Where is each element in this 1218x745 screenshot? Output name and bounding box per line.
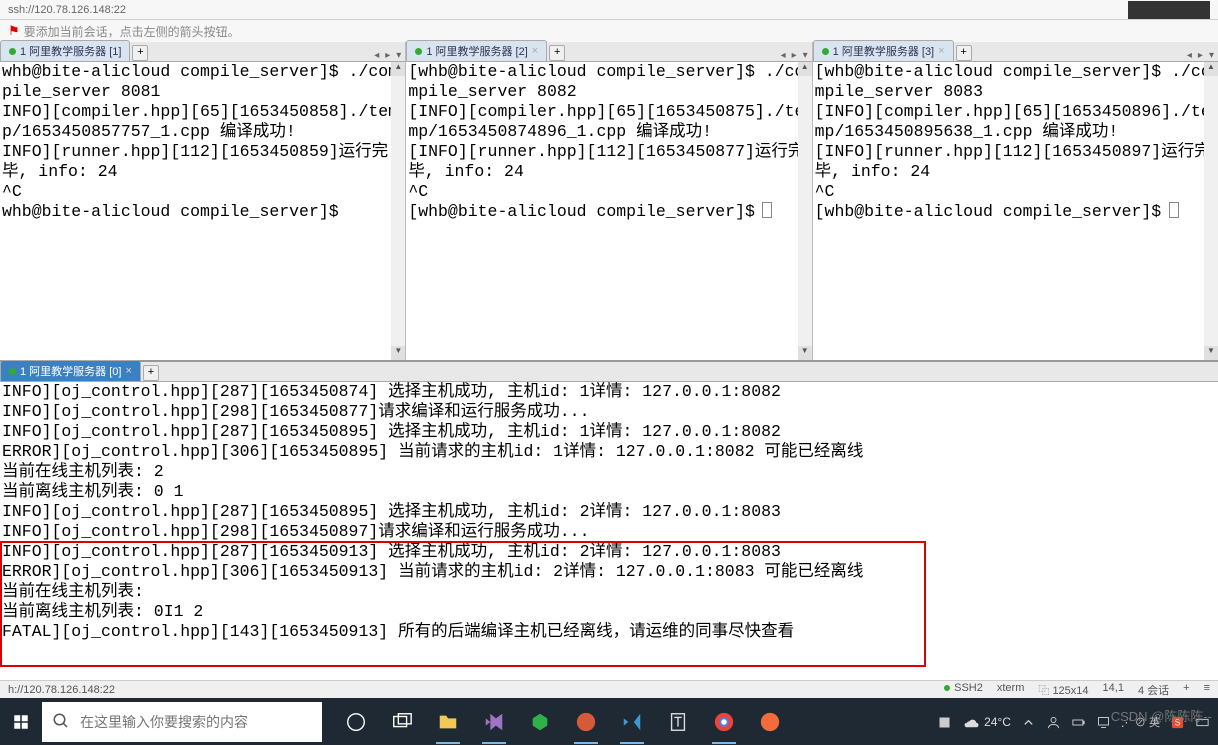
postman-icon[interactable]: [748, 700, 792, 744]
status-term: xterm: [997, 682, 1025, 698]
titlebar: ssh://120.78.126.148:22: [0, 0, 1218, 20]
bottom-tabs: 1 阿里教学服务器 [0] × +: [0, 362, 1218, 382]
tray-notification-icon[interactable]: [1096, 715, 1111, 730]
tray-people-icon[interactable]: [1046, 715, 1061, 730]
status-size: ⿻ 125x14: [1038, 682, 1088, 698]
cursor-icon: [762, 202, 772, 218]
visual-studio-icon[interactable]: [472, 700, 516, 744]
tab-prev-button[interactable]: ◂: [1185, 50, 1194, 61]
scrollbar[interactable]: ▲▼: [391, 62, 405, 360]
terminal-tab[interactable]: 1 阿里教学服务器 [2] ×: [406, 40, 547, 61]
tab-label: 1 阿里教学服务器 [2]: [426, 43, 527, 59]
scrollbar[interactable]: ▲▼: [798, 62, 812, 360]
terminal-body[interactable]: whb@bite-alicloud compile_server]$ ./com…: [0, 62, 405, 360]
search-icon: [52, 712, 70, 733]
terminal-tab[interactable]: 1 阿里教学服务器 [0] ×: [0, 360, 141, 381]
close-icon[interactable]: ×: [125, 365, 131, 377]
tray-chevron-icon[interactable]: [1021, 715, 1036, 730]
search-box[interactable]: [42, 702, 322, 742]
terminal-tab[interactable]: 1 阿里教学服务器 [3] ×: [813, 40, 954, 61]
tab-nav-buttons: ◂ ▸ ▾: [779, 50, 810, 61]
status-menu-icon[interactable]: ≡: [1204, 682, 1210, 698]
statusbar: h://120.78.126.148:22 SSH2 xterm ⿻ 125x1…: [0, 680, 1218, 698]
app-green-icon[interactable]: [518, 700, 562, 744]
tab-label: 1 阿里教学服务器 [1]: [20, 43, 121, 59]
add-tab-button[interactable]: +: [143, 365, 159, 381]
file-explorer-icon[interactable]: [426, 700, 470, 744]
terminal-output: [whb@bite-alicloud compile_server]$ ./co…: [813, 62, 1218, 222]
terminal-output: [whb@bite-alicloud compile_server]$ ./co…: [406, 62, 811, 222]
tab-next-button[interactable]: ▸: [1196, 50, 1205, 61]
typora-icon[interactable]: [656, 700, 700, 744]
pane-tabs: 1 阿里教学服务器 [2] × + ◂ ▸ ▾: [406, 42, 811, 62]
terminal-output: INFO][oj_control.hpp][287][1653450874] 选…: [0, 382, 1218, 642]
status-sessions: 4 会话: [1138, 682, 1169, 698]
tab-label: 1 阿里教学服务器 [0]: [20, 363, 121, 379]
cortana-icon[interactable]: [334, 700, 378, 744]
close-icon[interactable]: ×: [532, 45, 538, 57]
status-dot-icon: [415, 48, 422, 55]
terminal-tab[interactable]: 1 阿里教学服务器 [1]: [0, 40, 130, 61]
task-icons: [334, 700, 792, 744]
webcam-thumbnail: [1128, 1, 1210, 19]
scrollbar[interactable]: ▲▼: [1204, 62, 1218, 360]
close-icon[interactable]: ×: [938, 45, 944, 57]
terminal-pane-1: 1 阿里教学服务器 [1] + ◂ ▸ ▾ whb@bite-alicloud …: [0, 42, 406, 360]
tab-label: 1 阿里教学服务器 [3]: [833, 43, 934, 59]
tab-next-button[interactable]: ▸: [790, 50, 799, 61]
weather-widget[interactable]: 24°C: [962, 713, 1011, 731]
tab-menu-button[interactable]: ▾: [1207, 50, 1216, 61]
tab-nav-buttons: ◂ ▸ ▾: [1185, 50, 1216, 61]
status-dot-icon: [9, 368, 16, 375]
terminal-pane-2: 1 阿里教学服务器 [2] × + ◂ ▸ ▾ [whb@bite-aliclo…: [406, 42, 812, 360]
hint-bar: ⚑ 要添加当前会话，点击左侧的箭头按钮。: [0, 20, 1218, 42]
terminal-body[interactable]: [whb@bite-alicloud compile_server]$ ./co…: [813, 62, 1218, 360]
status-dot-icon: [9, 48, 16, 55]
pane-tabs: 1 阿里教学服务器 [1] + ◂ ▸ ▾: [0, 42, 405, 62]
tray-battery-icon[interactable]: [1071, 715, 1086, 730]
tab-prev-button[interactable]: ◂: [779, 50, 788, 61]
status-ssh: SSH2: [944, 682, 983, 698]
terminal-output: whb@bite-alicloud compile_server]$ ./com…: [0, 62, 405, 222]
start-button[interactable]: [0, 701, 42, 743]
terminal-pane-3: 1 阿里教学服务器 [3] × + ◂ ▸ ▾ [whb@bite-aliclo…: [813, 42, 1218, 360]
weather-temp: 24°C: [984, 715, 1011, 729]
status-dot-icon: [822, 48, 829, 55]
search-input[interactable]: [80, 714, 312, 730]
status-host: h://120.78.126.148:22: [8, 684, 115, 696]
tab-menu-button[interactable]: ▾: [394, 50, 403, 61]
bottom-pane: 1 阿里教学服务器 [0] × + INFO][oj_control.hpp][…: [0, 360, 1218, 680]
add-tab-button[interactable]: +: [956, 45, 972, 61]
task-view-icon[interactable]: [380, 700, 424, 744]
tab-nav-buttons: ◂ ▸ ▾: [372, 50, 403, 61]
status-plus-icon[interactable]: +: [1183, 682, 1189, 698]
status-pos: 14,1: [1103, 682, 1124, 698]
add-tab-button[interactable]: +: [132, 45, 148, 61]
vscode-icon[interactable]: [610, 700, 654, 744]
cursor-icon: [1169, 202, 1179, 218]
pane-tabs: 1 阿里教学服务器 [3] × + ◂ ▸ ▾: [813, 42, 1218, 62]
tab-menu-button[interactable]: ▾: [801, 50, 810, 61]
top-panes: 1 阿里教学服务器 [1] + ◂ ▸ ▾ whb@bite-alicloud …: [0, 42, 1218, 360]
taskbar: 24°C ⋰ ⊘ 英 S: [0, 698, 1218, 745]
watermark: CSDN @陈陈陈--: [1111, 706, 1212, 725]
flag-icon: ⚑: [8, 23, 20, 39]
window-title: ssh://120.78.126.148:22: [8, 4, 126, 16]
terminal-body[interactable]: INFO][oj_control.hpp][287][1653450874] 选…: [0, 382, 1218, 680]
tab-next-button[interactable]: ▸: [383, 50, 392, 61]
chrome-icon[interactable]: [702, 700, 746, 744]
terminal-body[interactable]: [whb@bite-alicloud compile_server]$ ./co…: [406, 62, 811, 360]
add-tab-button[interactable]: +: [549, 45, 565, 61]
xshell-icon[interactable]: [564, 700, 608, 744]
tray-app-icon[interactable]: [937, 715, 952, 730]
hint-text: 要添加当前会话，点击左侧的箭头按钮。: [24, 23, 240, 40]
tab-prev-button[interactable]: ◂: [372, 50, 381, 61]
